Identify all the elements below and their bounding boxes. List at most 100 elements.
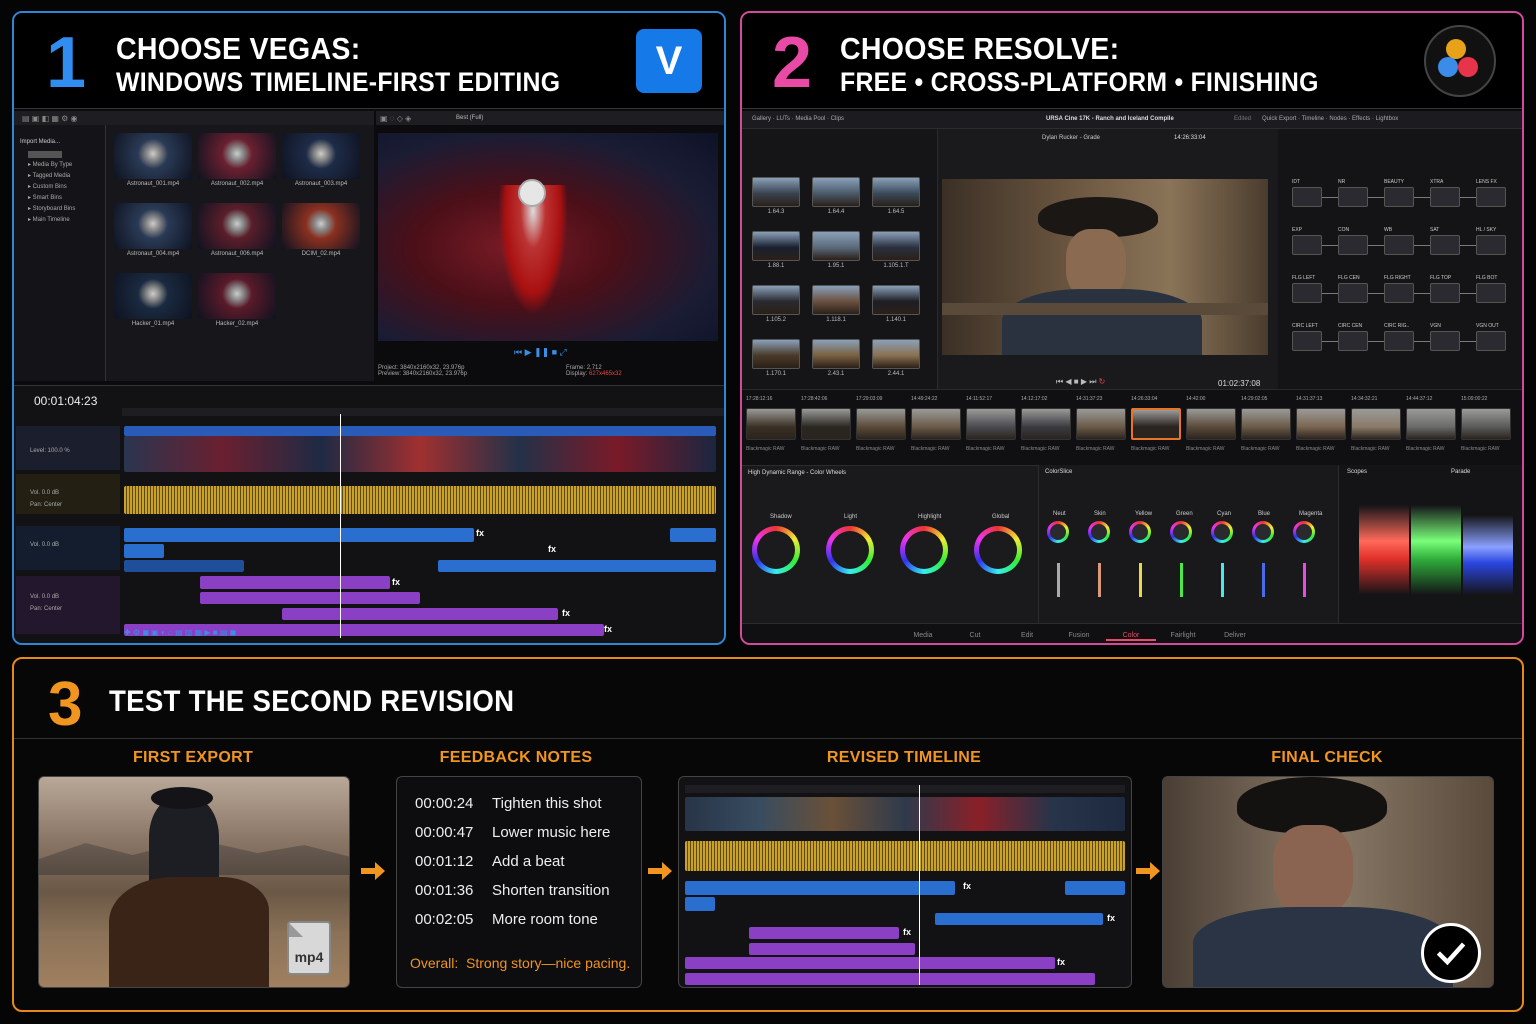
slice-slider[interactable] xyxy=(1262,563,1265,597)
strip-clip[interactable] xyxy=(1021,408,1071,440)
color-node[interactable] xyxy=(1338,235,1368,255)
fx-badge[interactable]: fx xyxy=(1057,957,1065,967)
fx-badge[interactable]: fx xyxy=(604,624,612,634)
mini-audio-purple-4[interactable] xyxy=(685,973,1095,985)
mini-audio-blue-3[interactable] xyxy=(685,897,715,911)
slice-wheel[interactable] xyxy=(1129,521,1151,543)
clip-thumbnail[interactable] xyxy=(282,133,360,179)
slice-wheel[interactable] xyxy=(1252,521,1274,543)
revised-timeline-card[interactable]: fx fx fx fx xyxy=(678,776,1132,988)
slice-wheel[interactable] xyxy=(1293,521,1315,543)
clip-thumbnail[interactable] xyxy=(114,273,192,319)
clip-thumbnail[interactable] xyxy=(198,133,276,179)
color-node[interactable] xyxy=(1338,283,1368,303)
color-node[interactable] xyxy=(1430,235,1460,255)
playhead[interactable] xyxy=(340,414,341,638)
fx-badge[interactable]: fx xyxy=(903,927,911,937)
gallery-still[interactable] xyxy=(812,231,860,261)
strip-clip[interactable] xyxy=(1241,408,1291,440)
gallery-still[interactable] xyxy=(812,339,860,369)
slice-wheel[interactable] xyxy=(1170,521,1192,543)
fx-badge[interactable]: fx xyxy=(562,608,570,618)
clip-thumbnail[interactable] xyxy=(114,133,192,179)
strip-clip[interactable] xyxy=(856,408,906,440)
gallery-still[interactable] xyxy=(752,231,800,261)
mini-audio-blue-2[interactable] xyxy=(1065,881,1125,895)
folder-item[interactable]: ▸ Main Timeline xyxy=(28,216,70,223)
slice-slider[interactable] xyxy=(1221,563,1224,597)
mini-playhead[interactable] xyxy=(919,785,920,985)
page-tab-fusion[interactable]: Fusion xyxy=(1054,632,1104,639)
final-check-thumbnail[interactable] xyxy=(1162,776,1494,988)
audio-event-yellow[interactable] xyxy=(124,486,716,514)
strip-clip[interactable] xyxy=(1131,408,1181,440)
video-event-thumbs[interactable] xyxy=(124,436,716,472)
transport-controls[interactable]: ⏮ ▶ ❚❚ ■ ⤢ xyxy=(514,347,567,358)
audio-event-blue-4[interactable] xyxy=(438,560,716,572)
folder-item[interactable]: ▸ Custom Bins xyxy=(28,183,67,190)
toolbar-icons[interactable]: ▤ ▣ ◧ ▦ ⚙ ◉ xyxy=(22,114,78,123)
page-tab-deliver[interactable]: Deliver xyxy=(1210,632,1260,639)
mini-audio-purple-2[interactable] xyxy=(749,943,915,955)
first-export-thumbnail[interactable]: mp4 xyxy=(38,776,350,988)
clip-thumbnail[interactable] xyxy=(114,203,192,249)
audio-track-header-3[interactable]: Vol. 0.0 dB Pan: Center xyxy=(16,576,120,634)
slice-slider[interactable] xyxy=(1139,563,1142,597)
clip-thumbnail[interactable] xyxy=(198,203,276,249)
color-node[interactable] xyxy=(1430,283,1460,303)
slice-slider[interactable] xyxy=(1098,563,1101,597)
color-wheel[interactable] xyxy=(826,526,874,574)
folder-item[interactable]: ▸ Storyboard Bins xyxy=(28,205,75,212)
scopes-mode[interactable]: Parade xyxy=(1451,469,1470,475)
video-track-header[interactable]: Level: 100.0 % xyxy=(16,426,120,470)
slice-slider[interactable] xyxy=(1180,563,1183,597)
color-node[interactable] xyxy=(1476,187,1506,207)
folder-item[interactable]: ▸ Media By Type xyxy=(28,161,72,168)
strip-clip[interactable] xyxy=(966,408,1016,440)
preview-quality[interactable]: Best (Full) xyxy=(456,115,483,121)
slice-slider[interactable] xyxy=(1057,563,1060,597)
timeline-ruler[interactable] xyxy=(122,408,724,416)
page-tab-color[interactable]: Color xyxy=(1106,632,1156,641)
color-node[interactable] xyxy=(1476,235,1506,255)
strip-clip[interactable] xyxy=(801,408,851,440)
slice-wheel[interactable] xyxy=(1088,521,1110,543)
page-tab-media[interactable]: Media xyxy=(898,632,948,639)
page-tab-edit[interactable]: Edit xyxy=(1002,632,1052,639)
audio-track-header-2[interactable]: Vol. 0.0 dB xyxy=(16,526,120,570)
strip-clip[interactable] xyxy=(1406,408,1456,440)
color-node[interactable] xyxy=(1430,331,1460,351)
fx-badge[interactable]: fx xyxy=(963,881,971,891)
audio-event-purple-3[interactable] xyxy=(282,608,558,620)
gallery-still[interactable] xyxy=(812,285,860,315)
page-tab-fairlight[interactable]: Fairlight xyxy=(1158,632,1208,639)
color-node[interactable] xyxy=(1292,283,1322,303)
fx-badge[interactable]: fx xyxy=(392,577,400,587)
grade-label[interactable]: Dylan Rucker - Grade xyxy=(1042,135,1100,141)
topbar-tabs[interactable]: Gallery · LUTs · Media Pool · Clips xyxy=(752,116,844,122)
selected-folder[interactable] xyxy=(28,151,62,158)
preview-tool-icons[interactable]: ▣ ◌ ◇ ◈ xyxy=(380,114,411,123)
clip-thumbnail[interactable] xyxy=(282,203,360,249)
color-node[interactable] xyxy=(1430,187,1460,207)
color-node[interactable] xyxy=(1384,331,1414,351)
mini-video-track[interactable] xyxy=(685,797,1125,831)
gallery-still[interactable] xyxy=(872,339,920,369)
strip-clip[interactable] xyxy=(1461,408,1511,440)
audio-event-blue-1[interactable] xyxy=(124,528,474,542)
color-wheel[interactable] xyxy=(900,526,948,574)
viewer-transport[interactable]: ⏮ ◀ ■ ▶ ⏭ ↻ xyxy=(1056,377,1105,387)
gallery-still[interactable] xyxy=(812,177,860,207)
topbar-right-tabs[interactable]: Quick Export · Timeline · Nodes · Effect… xyxy=(1262,116,1398,122)
fx-badge[interactable]: fx xyxy=(476,528,484,538)
color-node[interactable] xyxy=(1384,235,1414,255)
color-node[interactable] xyxy=(1476,331,1506,351)
gallery-still[interactable] xyxy=(872,285,920,315)
page-tab-cut[interactable]: Cut xyxy=(950,632,1000,639)
color-node[interactable] xyxy=(1384,283,1414,303)
audio-event-blue-3[interactable] xyxy=(124,544,164,558)
strip-clip[interactable] xyxy=(911,408,961,440)
strip-clip[interactable] xyxy=(1296,408,1346,440)
fx-badge[interactable]: fx xyxy=(1107,913,1115,923)
mini-audio-blue-4[interactable] xyxy=(935,913,1103,925)
